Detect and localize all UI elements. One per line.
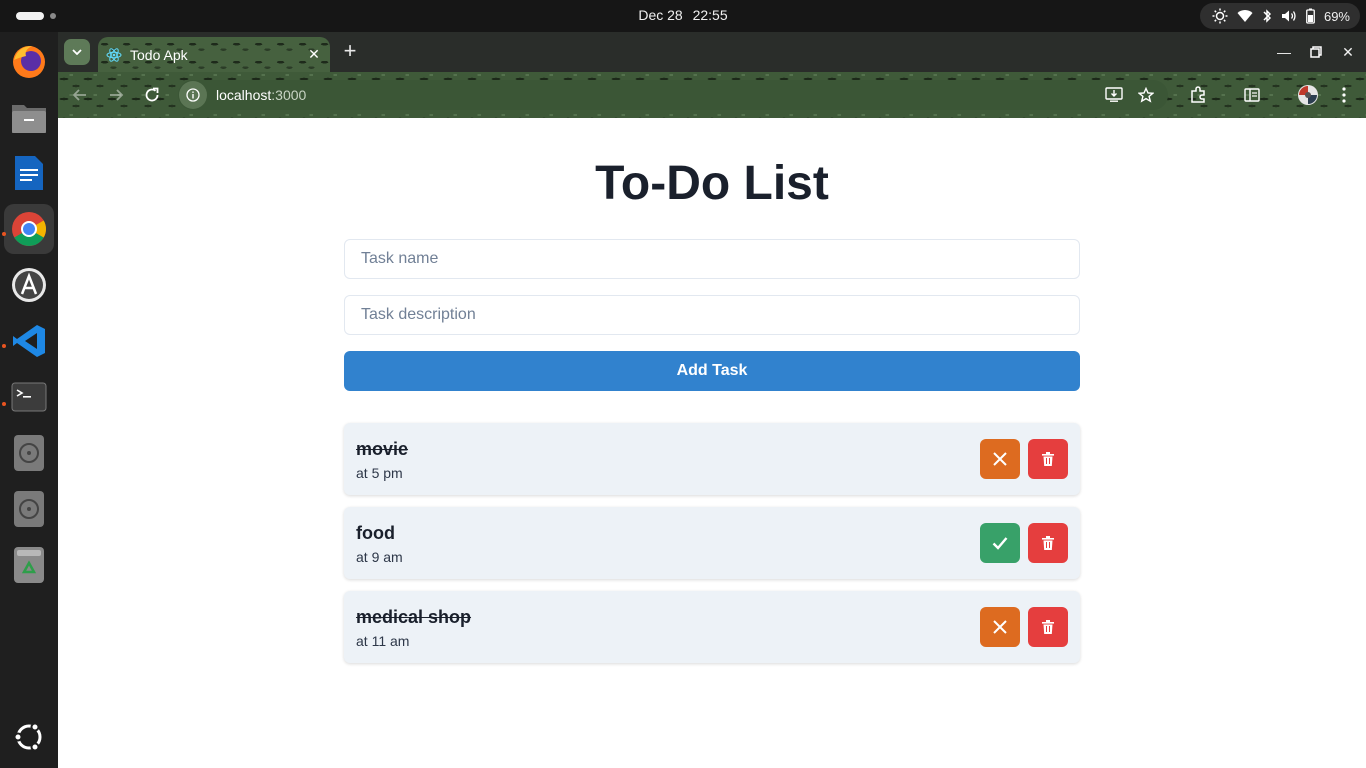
add-task-button[interactable]: Add Task <box>344 351 1080 391</box>
trash-icon <box>1042 620 1054 634</box>
task-item: food at 9 am <box>344 507 1080 579</box>
task-description-input[interactable] <box>344 295 1080 335</box>
trash-icon <box>14 547 44 583</box>
x-icon <box>993 452 1007 466</box>
task-item: movie at 5 pm <box>344 423 1080 495</box>
dock-writer[interactable] <box>4 148 54 198</box>
task-description: at 11 am <box>356 633 410 649</box>
task-description: at 9 am <box>356 549 403 565</box>
running-indicator <box>2 232 6 236</box>
firefox-icon <box>13 46 45 78</box>
tab-search-button[interactable] <box>64 39 90 65</box>
brightness-icon <box>1212 8 1228 24</box>
delete-task-button[interactable] <box>1028 523 1068 563</box>
disc-icon <box>14 491 44 527</box>
mark-incomplete-button[interactable] <box>980 439 1020 479</box>
dock-firefox[interactable] <box>4 36 54 86</box>
trash-icon <box>1042 536 1054 550</box>
delete-task-button[interactable] <box>1028 607 1068 647</box>
site-info-icon[interactable] <box>179 81 207 109</box>
chrome-icon <box>12 212 46 246</box>
task-item: medical shop at 11 am <box>344 591 1080 663</box>
new-tab-button[interactable]: + <box>338 40 362 64</box>
clock[interactable]: Dec 28 22:55 <box>0 7 1366 23</box>
page-title: To-Do List <box>595 157 829 210</box>
tab-todo-apk[interactable]: Todo Apk ✕ <box>98 37 330 72</box>
url-port: :3000 <box>271 87 307 103</box>
task-name: medical shop <box>356 607 472 627</box>
dock-terminal[interactable] <box>4 372 54 422</box>
mark-incomplete-button[interactable] <box>980 607 1020 647</box>
tab-title: Todo Apk <box>130 46 188 63</box>
dock-disc-1[interactable] <box>4 428 54 478</box>
dock-files[interactable] <box>4 92 54 142</box>
dock-disc-2[interactable] <box>4 484 54 534</box>
ubuntu-logo-icon <box>13 722 42 752</box>
terminal-icon <box>11 382 47 412</box>
address-bar[interactable]: localhost:3000 <box>178 80 1168 110</box>
restore-icon[interactable] <box>1306 42 1326 62</box>
dock-vscode[interactable] <box>4 316 54 366</box>
task-description: at 5 pm <box>356 465 403 481</box>
tab-strip: Todo Apk ✕ + — ✕ <box>58 32 1366 72</box>
task-name: food <box>356 523 395 543</box>
running-indicator <box>2 402 6 406</box>
page-content: To-Do List Add Task movie at 5 pm food a… <box>58 118 1366 768</box>
task-name: movie <box>356 439 409 459</box>
clock-time: 22:55 <box>692 7 728 23</box>
wifi-icon <box>1237 10 1253 22</box>
check-icon <box>992 537 1008 550</box>
vscode-icon <box>13 325 45 357</box>
reload-icon[interactable] <box>140 83 164 107</box>
dock-app-center[interactable] <box>4 260 54 310</box>
extensions-icon[interactable] <box>1186 83 1210 107</box>
tab-close-icon[interactable]: ✕ <box>306 46 322 62</box>
files-icon <box>12 105 46 133</box>
x-icon <box>993 620 1007 634</box>
browser-menu-icon[interactable] <box>1332 83 1356 107</box>
forward-icon[interactable] <box>104 83 128 107</box>
battery-percentage: 69% <box>1323 8 1350 24</box>
dock-trash[interactable] <box>4 540 54 590</box>
url-text: localhost:3000 <box>216 87 306 103</box>
system-tray[interactable]: 69% <box>1199 3 1360 29</box>
react-favicon-icon <box>106 47 122 62</box>
app-center-icon <box>12 268 46 302</box>
chevron-down-icon <box>72 49 82 55</box>
battery-icon <box>1306 8 1315 24</box>
profile-avatar[interactable] <box>1296 83 1320 107</box>
disc-icon <box>14 435 44 471</box>
running-indicator <box>2 344 6 348</box>
url-host: localhost <box>216 87 272 103</box>
volume-icon <box>1281 10 1296 22</box>
task-name-input[interactable] <box>344 239 1080 279</box>
close-window-icon[interactable]: ✕ <box>1338 42 1358 62</box>
dock-show-apps[interactable] <box>4 712 54 762</box>
browser-toolbar: localhost:3000 <box>58 72 1366 118</box>
dock-chrome[interactable] <box>4 204 54 254</box>
system-top-bar: Dec 28 22:55 69% <box>0 0 1366 32</box>
side-panel-icon[interactable] <box>1240 83 1264 107</box>
bookmark-star-icon[interactable] <box>1134 80 1158 110</box>
writer-icon <box>15 156 43 190</box>
minimize-icon[interactable]: — <box>1274 42 1294 62</box>
back-icon[interactable] <box>68 83 92 107</box>
install-app-icon[interactable] <box>1102 80 1126 110</box>
mark-complete-button[interactable] <box>980 523 1020 563</box>
delete-task-button[interactable] <box>1028 439 1068 479</box>
trash-icon <box>1042 452 1054 466</box>
dock <box>0 32 58 768</box>
browser-window: Todo Apk ✕ + — ✕ localhost:3000 To-Do Li… <box>58 32 1366 768</box>
clock-date: Dec 28 <box>638 7 683 23</box>
bluetooth-icon <box>1263 9 1272 23</box>
